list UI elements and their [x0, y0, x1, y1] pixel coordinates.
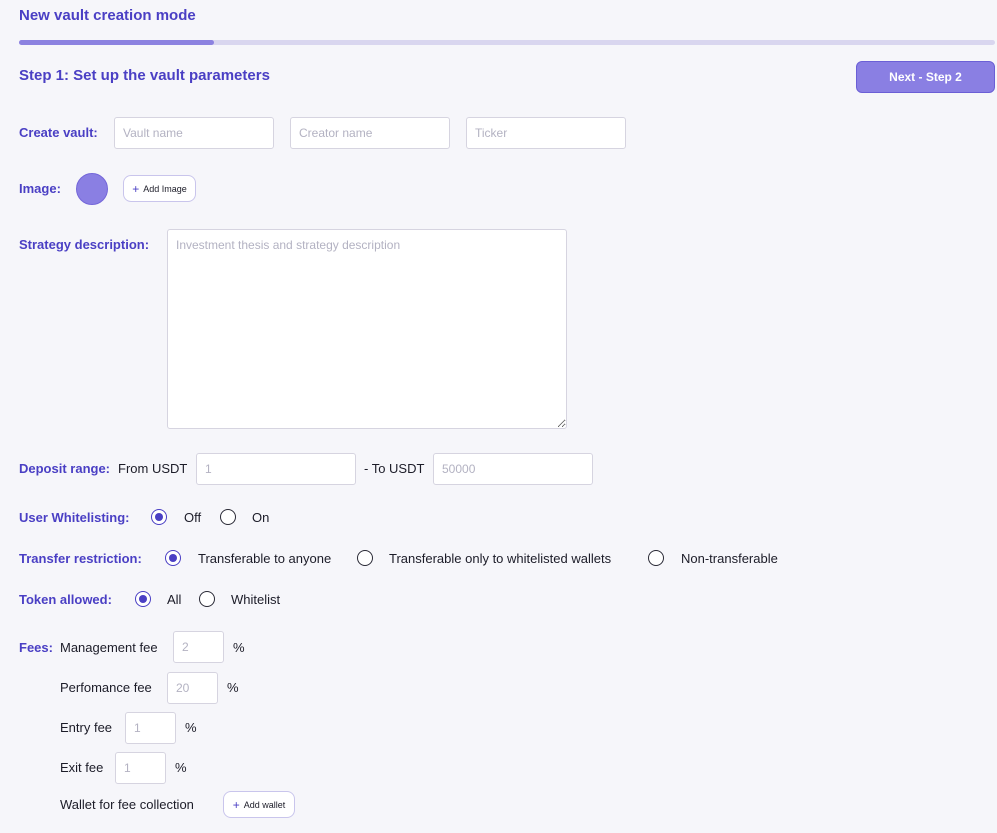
creator-name-input[interactable]	[290, 117, 450, 149]
management-fee-input[interactable]	[173, 631, 224, 663]
deposit-to-label: - To USDT	[364, 461, 425, 476]
transfer-anyone-radio[interactable]	[165, 550, 181, 566]
strategy-description-textarea[interactable]	[167, 229, 567, 429]
ticker-input[interactable]	[466, 117, 626, 149]
performance-fee-percent: %	[227, 680, 239, 695]
token-whitelist-radio[interactable]	[199, 591, 215, 607]
page-title: New vault creation mode	[19, 7, 196, 24]
whitelisting-on-radio[interactable]	[220, 509, 236, 525]
whitelisting-off-label: Off	[184, 510, 202, 525]
add-image-label: Add Image	[143, 183, 187, 194]
vault-image-avatar	[76, 173, 108, 205]
step-title: Step 1: Set up the vault parameters	[19, 67, 270, 84]
token-all-label: All	[167, 592, 182, 607]
entry-fee-input[interactable]	[125, 712, 176, 744]
entry-fee-label: Entry fee	[60, 720, 113, 735]
management-fee-percent: %	[233, 640, 245, 655]
deposit-from-label: From USDT	[118, 461, 188, 476]
deposit-from-input[interactable]	[196, 453, 356, 485]
strategy-description-label: Strategy description:	[19, 237, 150, 252]
progress-bar-fill	[19, 40, 215, 45]
deposit-range-label: Deposit range:	[19, 461, 111, 476]
exit-fee-input[interactable]	[115, 752, 166, 784]
add-image-button[interactable]: + Add Image	[123, 175, 196, 202]
transfer-restriction-label: Transfer restriction:	[19, 551, 142, 566]
transfer-whitelisted-radio[interactable]	[357, 550, 373, 566]
management-fee-label: Management fee	[60, 640, 158, 655]
transfer-whitelisted-label: Transferable only to whitelisted wallets	[389, 551, 612, 566]
add-wallet-button[interactable]: + Add wallet	[223, 791, 295, 818]
fees-label: Fees:	[19, 640, 53, 655]
performance-fee-input[interactable]	[167, 672, 218, 704]
user-whitelisting-label: User Whitelisting:	[19, 510, 130, 525]
create-vault-label: Create vault:	[19, 125, 98, 140]
wallet-fee-collection-label: Wallet for fee collection	[60, 797, 194, 812]
entry-fee-percent: %	[185, 720, 197, 735]
performance-fee-label: Perfomance fee	[60, 680, 152, 695]
whitelisting-off-radio[interactable]	[151, 509, 167, 525]
deposit-to-input[interactable]	[433, 453, 593, 485]
exit-fee-label: Exit fee	[60, 760, 104, 775]
progress-bar	[19, 40, 995, 45]
vault-name-input[interactable]	[114, 117, 274, 149]
image-label: Image:	[19, 181, 61, 196]
transfer-anyone-label: Transferable to anyone	[198, 551, 332, 566]
transfer-non-transferable-radio[interactable]	[648, 550, 664, 566]
transfer-non-transferable-label: Non-transferable	[681, 551, 778, 566]
plus-icon: +	[132, 181, 140, 196]
token-allowed-label: Token allowed:	[19, 592, 112, 607]
plus-icon: +	[232, 797, 240, 812]
token-whitelist-label: Whitelist	[231, 592, 281, 607]
token-all-radio[interactable]	[135, 591, 151, 607]
exit-fee-percent: %	[175, 760, 187, 775]
add-wallet-label: Add wallet	[243, 799, 286, 810]
next-step-button[interactable]: Next - Step 2	[856, 61, 995, 93]
whitelisting-on-label: On	[252, 510, 270, 525]
